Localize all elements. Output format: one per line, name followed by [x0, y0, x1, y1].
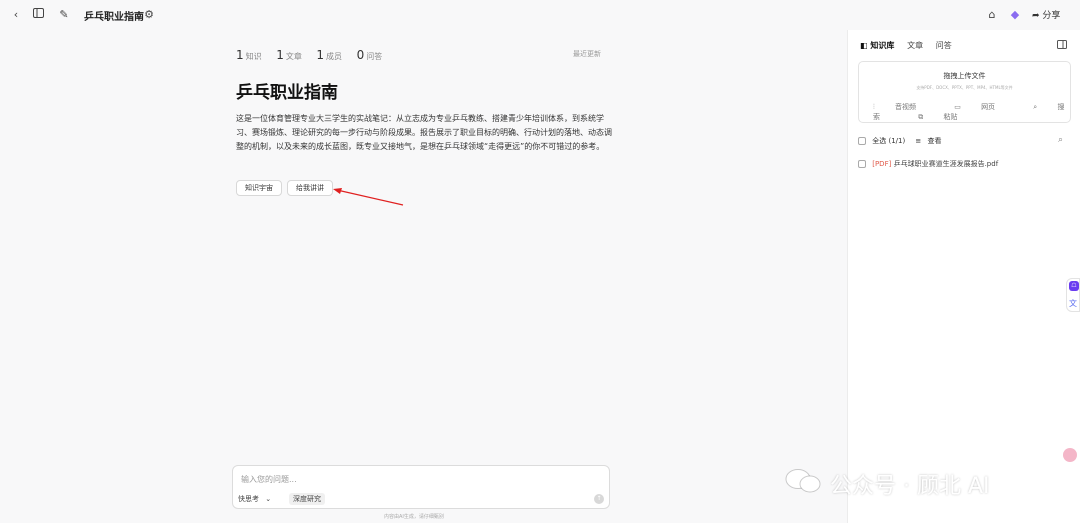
- upload-title: 拖拽上传文件: [943, 72, 986, 80]
- tab-articles[interactable]: 文章: [907, 41, 923, 50]
- search-icon: ⌕: [1033, 103, 1040, 111]
- question-composer: 输入您的问题... 快思考 ⌄ 深度研究 ↑: [232, 465, 610, 509]
- view-icon: ≡: [915, 137, 922, 145]
- helper-avatar-icon[interactable]: [1063, 448, 1077, 462]
- share-button[interactable]: ➦ 分享: [1032, 8, 1060, 21]
- settings-icon[interactable]: ⚙: [142, 8, 156, 22]
- file-item[interactable]: [PDF] 乒乓球职业赛道生涯发展报告.pdf: [858, 159, 998, 169]
- back-icon[interactable]: ‹: [9, 8, 23, 22]
- annotation-arrow: [333, 188, 404, 206]
- main-content: 1 知识 1 文章 1 成员 0 问答 最近更新 乒乓职业指南 这是一位体育管理专业大三…: [0, 30, 847, 523]
- paste-icon: ⧉: [918, 113, 926, 121]
- panel-tabs: ◧ 知识库 文章 问答: [860, 40, 962, 51]
- translate-icon[interactable]: 文: [1069, 298, 1077, 309]
- share-label: 分享: [1042, 11, 1061, 21]
- sidebar-toggle-icon[interactable]: [31, 8, 45, 22]
- select-all-label[interactable]: 全选 (1/1): [872, 137, 905, 145]
- select-all-row: 全选 (1/1) ≡ 查看: [858, 136, 942, 146]
- search-icon[interactable]: ⌕: [1058, 135, 1063, 145]
- home-icon[interactable]: ⌂: [985, 8, 999, 22]
- ai-disclaimer: 内容由AI生成，请仔细甄别: [384, 514, 444, 520]
- deep-research-toggle[interactable]: 深度研究: [289, 493, 325, 505]
- view-button[interactable]: 查看: [928, 137, 942, 145]
- edit-icon[interactable]: ✎: [57, 8, 71, 22]
- right-panel: ◧ 知识库 文章 问答 拖拽上传文件 支持PDF、DOCX、PPTX、PPT、M…: [847, 30, 1080, 523]
- upload-subtitle: 支持PDF、DOCX、PPTX、PPT、MP4、HTML等文件: [916, 85, 1013, 90]
- file-type-tag: [PDF]: [872, 160, 892, 168]
- assistant-icon[interactable]: ☖: [1069, 281, 1079, 291]
- file-checkbox[interactable]: [858, 160, 866, 168]
- chevron-down-icon: ⌄: [265, 495, 272, 503]
- watermark: 公众号 · 顾北 AI: [830, 474, 990, 499]
- tab-qa[interactable]: 问答: [936, 41, 952, 50]
- webpage-icon: ▭: [954, 103, 964, 111]
- thinking-mode-select[interactable]: 快思考 ⌄: [238, 494, 271, 504]
- share-icon: ➦: [1032, 11, 1040, 21]
- wechat-logo-icon: [785, 469, 821, 493]
- paste-button[interactable]: ⧉ 粘贴: [918, 113, 975, 121]
- knowledge-base-icon: ◧: [860, 41, 868, 50]
- file-name: 乒乓球职业赛道生涯发展报告.pdf: [893, 160, 999, 168]
- send-button[interactable]: ↑: [594, 494, 604, 504]
- gem-icon[interactable]: ◆: [1008, 8, 1022, 22]
- upload-dropzone[interactable]: 拖拽上传文件 支持PDF、DOCX、PPTX、PPT、MP4、HTML等文件 ⫶…: [858, 61, 1071, 123]
- tab-knowledge-base[interactable]: ◧ 知识库: [860, 41, 897, 50]
- webpage-button[interactable]: ▭ 网页: [954, 103, 1013, 111]
- upload-actions: ⫶ 音视频 ▭ 网页 ⌕ 搜索 ⧉ 粘贴: [873, 102, 1070, 122]
- knowledge-base-title[interactable]: 乒乓职业指南: [84, 8, 144, 23]
- panel-toggle-icon[interactable]: [1057, 40, 1067, 52]
- question-input[interactable]: 输入您的问题...: [241, 474, 297, 485]
- floating-toolbar: ☖ 文: [1066, 278, 1080, 312]
- audio-wave-icon: ⫶: [873, 103, 877, 111]
- select-all-checkbox[interactable]: [858, 137, 866, 145]
- audio-video-button[interactable]: ⫶ 音视频: [873, 103, 934, 111]
- top-bar: ‹ ✎ 乒乓职业指南 ⚙ ⌂ ◆ ➦ 分享: [0, 0, 1080, 30]
